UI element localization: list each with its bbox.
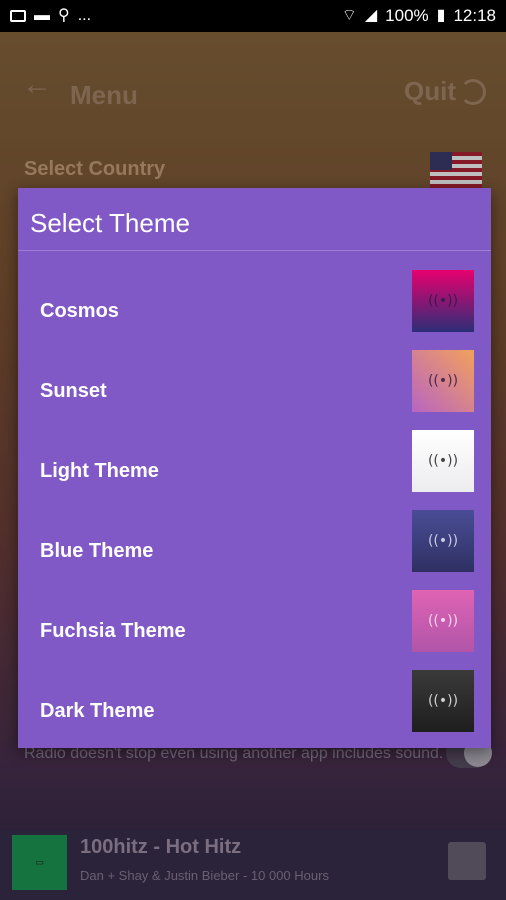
theme-swatch: ((•)) bbox=[412, 270, 474, 332]
theme-swatch: ((•)) bbox=[412, 350, 474, 412]
theme-label: Dark Theme bbox=[40, 700, 155, 722]
radio-wave-icon: ((•)) bbox=[427, 293, 459, 309]
theme-swatch: ((•)) bbox=[412, 590, 474, 652]
status-bar: ▬ ⚲ ... ⌔ ◢ 100% ▮ 12:18 bbox=[0, 0, 506, 32]
clock: 12:18 bbox=[453, 6, 496, 25]
theme-label: Blue Theme bbox=[40, 540, 154, 562]
radio-wave-icon: ((•)) bbox=[427, 613, 459, 629]
theme-option-dark[interactable]: Dark Theme ((•)) bbox=[18, 670, 491, 750]
sync-notification-icon: ⚲ bbox=[58, 7, 70, 24]
select-theme-dialog: Select Theme Cosmos ((•)) Sunset ((•)) L… bbox=[18, 188, 491, 748]
wifi-icon: ⌔ bbox=[341, 7, 357, 24]
dialog-title: Select Theme bbox=[30, 208, 190, 238]
battery-icon: ▮ bbox=[436, 7, 446, 24]
theme-label: Light Theme bbox=[40, 460, 159, 482]
theme-option-light[interactable]: Light Theme ((•)) bbox=[18, 430, 491, 510]
more-notification-icon: ▬ bbox=[34, 7, 50, 24]
radio-wave-icon: ((•)) bbox=[427, 533, 459, 549]
dialog-divider bbox=[18, 250, 491, 251]
radio-wave-icon: ((•)) bbox=[427, 453, 459, 469]
image-notification-icon bbox=[10, 10, 26, 22]
signal-icon: ◢ bbox=[364, 7, 378, 24]
theme-swatch: ((•)) bbox=[412, 430, 474, 492]
theme-label: Cosmos bbox=[40, 300, 119, 322]
theme-label: Sunset bbox=[40, 380, 107, 402]
notification-dots: ... bbox=[77, 7, 92, 24]
theme-option-fuchsia[interactable]: Fuchsia Theme ((•)) bbox=[18, 590, 491, 670]
theme-label: Fuchsia Theme bbox=[40, 620, 186, 642]
theme-option-sunset[interactable]: Sunset ((•)) bbox=[18, 350, 491, 430]
theme-option-cosmos[interactable]: Cosmos ((•)) bbox=[18, 270, 491, 350]
theme-swatch: ((•)) bbox=[412, 670, 474, 732]
battery-level: 100% bbox=[385, 6, 429, 25]
theme-option-blue[interactable]: Blue Theme ((•)) bbox=[18, 510, 491, 590]
theme-swatch: ((•)) bbox=[412, 510, 474, 572]
radio-wave-icon: ((•)) bbox=[427, 373, 459, 389]
radio-wave-icon: ((•)) bbox=[427, 693, 459, 709]
